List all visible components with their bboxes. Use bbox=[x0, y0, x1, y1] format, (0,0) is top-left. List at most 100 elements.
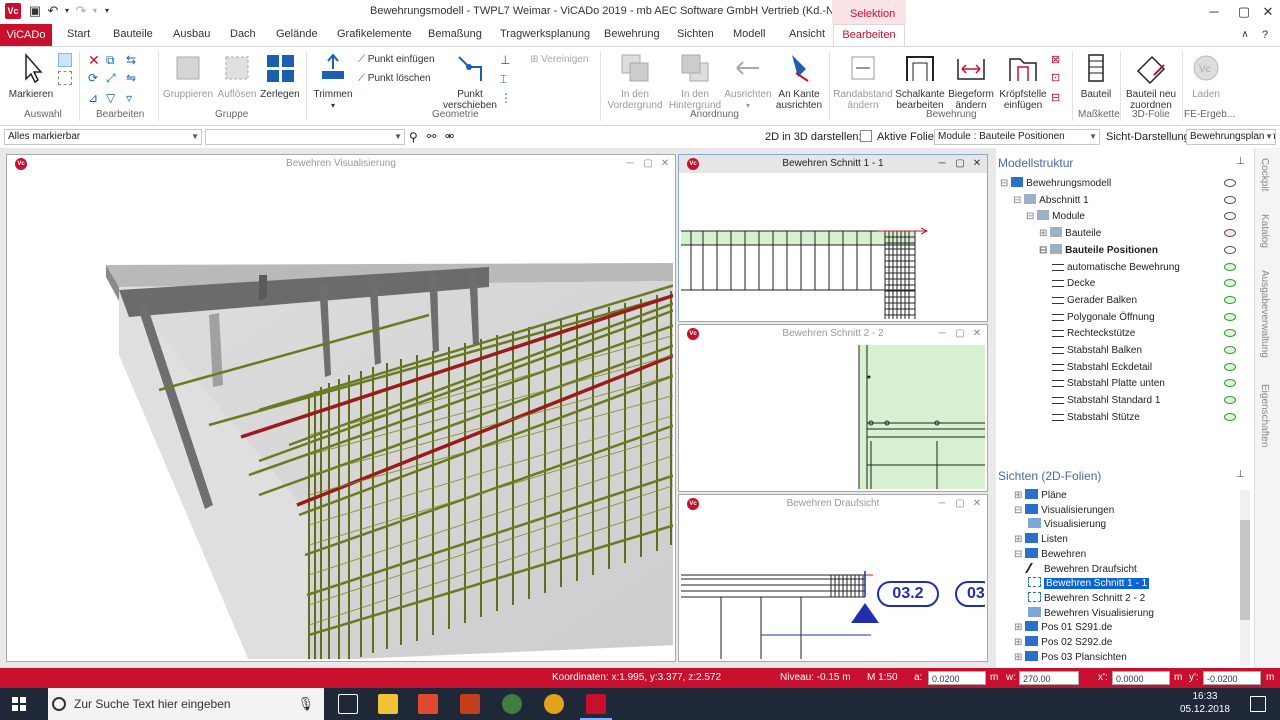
schalkante-bearbeiten-button[interactable]: Schalkante bearbeiten bbox=[892, 51, 948, 111]
model-tree-item[interactable]: ⊟ Bewehrungsmodell bbox=[1000, 176, 1111, 192]
w-input[interactable]: 270.00 bbox=[1019, 671, 1079, 685]
model-tree-item[interactable]: ⊟ Abschnitt 1 bbox=[1013, 193, 1089, 209]
selection-filter-select[interactable]: Alles markierbar ▼ bbox=[4, 129, 202, 145]
in-den-vordergrund-button[interactable]: In den Vordergrund bbox=[603, 51, 667, 111]
section-1-viewport[interactable] bbox=[681, 175, 985, 319]
rebar-join-icon[interactable]: ⊡ bbox=[1051, 71, 1065, 85]
expand-toggle-icon[interactable]: ⊟ bbox=[1000, 178, 1011, 189]
sichten-tree-item[interactable]: ⊞ Pos 01 S291.de bbox=[1014, 620, 1112, 636]
offset-icon[interactable]: ⊿ bbox=[88, 91, 102, 105]
file-explorer-icon[interactable] bbox=[378, 694, 398, 714]
tab-tragwerksplanung[interactable]: Tragwerksplanung bbox=[500, 28, 590, 40]
markieren-button[interactable]: Markieren bbox=[6, 51, 56, 100]
model-tree-item[interactable]: ⊞ Bauteile bbox=[1039, 226, 1101, 242]
model-tree-item[interactable]: Gerader Balken bbox=[1052, 293, 1137, 309]
rotate-icon[interactable]: ⟳ bbox=[88, 71, 102, 85]
side-tab-cockpit[interactable]: Cockpit bbox=[1259, 158, 1270, 191]
trimmen-button[interactable]: Trimmen ▾ bbox=[310, 51, 356, 111]
expand-toggle-icon[interactable]: ⊟ bbox=[1014, 505, 1025, 516]
side-tab-katalog[interactable]: Katalog bbox=[1259, 214, 1270, 248]
bauteil-neu-zuordnen-button[interactable]: Bauteil neu zuordnen bbox=[1122, 51, 1180, 111]
pane-maximize-button[interactable]: ▢ bbox=[641, 157, 655, 171]
pane-close-button[interactable]: ✕ bbox=[970, 157, 984, 171]
rebar-extend-icon[interactable]: ⊟ bbox=[1051, 91, 1065, 105]
sichten-tree-item[interactable]: Bewehren Schnitt 1 - 1 bbox=[1028, 576, 1150, 592]
app-icon-yellow[interactable] bbox=[544, 694, 564, 714]
visibility-eye-icon[interactable] bbox=[1224, 195, 1236, 204]
app-icon-red[interactable] bbox=[418, 694, 438, 714]
windows-start-icon[interactable] bbox=[12, 697, 26, 711]
expand-toggle-icon[interactable]: ⊞ bbox=[1039, 228, 1050, 239]
model-tree-item[interactable]: Stabstahl Platte unten bbox=[1052, 376, 1165, 392]
tab-grafikelemente[interactable]: Grafikelemente bbox=[337, 28, 412, 40]
expand-toggle-icon[interactable]: ⊞ bbox=[1014, 652, 1025, 663]
filter-remove-icon[interactable]: ⚮ bbox=[445, 130, 459, 144]
kroepfstelle-einfuegen-button[interactable]: Kröpfstelle einfügen bbox=[995, 51, 1051, 111]
notification-icon[interactable] bbox=[1250, 696, 1266, 712]
copy-icon[interactable]: ⧉ bbox=[106, 53, 120, 67]
model-tree-item[interactable]: Rechteckstütze bbox=[1052, 326, 1135, 342]
redo-icon[interactable]: ↷ bbox=[74, 4, 88, 18]
fillet-icon[interactable]: ⌶ bbox=[500, 72, 514, 86]
sichten-tree-item[interactable]: Visualisierung bbox=[1028, 517, 1106, 533]
x-input[interactable]: 0.0000 bbox=[1112, 671, 1170, 685]
move-icon[interactable]: ⇆ bbox=[126, 53, 140, 67]
app-icon-green[interactable] bbox=[502, 694, 522, 714]
gruppieren-button[interactable]: Gruppieren bbox=[162, 51, 214, 100]
ribbon-collapse-icon[interactable]: ∧ bbox=[1238, 28, 1252, 42]
tab-dach[interactable]: Dach bbox=[230, 28, 256, 40]
vicado-taskbar-icon[interactable] bbox=[586, 694, 606, 714]
visibility-eye-icon[interactable] bbox=[1224, 379, 1236, 388]
pane-maximize-button[interactable]: ▢ bbox=[953, 497, 967, 511]
sichten-tree-item[interactable]: ⊟ Bewehren bbox=[1014, 547, 1086, 563]
model-tree-item[interactable]: Stabstahl Balken bbox=[1052, 343, 1142, 359]
biegeform-aendern-button[interactable]: Biegeform ändern bbox=[945, 51, 997, 111]
3d-viewport[interactable] bbox=[9, 175, 673, 659]
task-view-icon[interactable] bbox=[338, 694, 358, 714]
pane-draufsicht[interactable]: Bewehren Draufsicht Vc ─ ▢ ✕ 03.2 03 bbox=[678, 494, 988, 662]
plan-viewport[interactable]: 03.2 03 bbox=[681, 515, 985, 659]
tab-bemassung[interactable]: Bemaßung bbox=[428, 28, 482, 40]
visibility-eye-icon[interactable] bbox=[1224, 212, 1236, 221]
position-label-032[interactable]: 03.2 bbox=[877, 581, 939, 607]
visibility-eye-icon[interactable] bbox=[1224, 362, 1236, 371]
select-mode-icon[interactable] bbox=[58, 53, 72, 67]
expand-toggle-icon[interactable]: ⊟ bbox=[1014, 549, 1025, 560]
taskbar-clock[interactable]: 16:33 05.12.2018 bbox=[1180, 690, 1230, 716]
stretch-icon[interactable]: ▽ bbox=[106, 91, 120, 105]
tab-vicado[interactable]: ViCADo bbox=[0, 24, 52, 46]
app-logo-icon[interactable]: Vc bbox=[5, 3, 21, 19]
select-window-icon[interactable] bbox=[58, 71, 72, 85]
tab-gelaende[interactable]: Gelände bbox=[276, 28, 318, 40]
filter-add-icon[interactable]: ⚯ bbox=[427, 130, 441, 144]
scrollbar-thumb[interactable] bbox=[1240, 520, 1250, 620]
rebar-split-icon[interactable]: ⊠ bbox=[1051, 53, 1065, 67]
aktive-folie-select[interactable]: Module : Bauteile Positionen ▼ bbox=[934, 129, 1100, 145]
model-tree-item[interactable]: Stabstahl Stütze bbox=[1052, 410, 1140, 426]
visibility-eye-icon[interactable] bbox=[1224, 412, 1236, 421]
sicht-darstellung-select[interactable]: Bewehrungsplanung ▼ bbox=[1186, 129, 1276, 145]
scale-icon[interactable]: ⤢ bbox=[106, 71, 120, 85]
visibility-eye-icon[interactable] bbox=[1224, 179, 1236, 187]
side-tab-eigenschaften[interactable]: Eigenschaften bbox=[1259, 384, 1270, 447]
randabstand-aendern-button[interactable]: Randabstand ändern bbox=[832, 51, 894, 111]
punkt-verschieben-button[interactable]: Punkt verschieben bbox=[440, 51, 500, 111]
tab-start[interactable]: Start bbox=[67, 28, 90, 40]
a-input[interactable]: 0.0200 bbox=[928, 671, 986, 685]
sichten-tree-item[interactable]: ⊟ Visualisierungen bbox=[1014, 503, 1114, 519]
extend-icon[interactable]: ⊥ bbox=[500, 53, 514, 67]
minimize-button[interactable]: ─ bbox=[1200, 2, 1228, 22]
bauteil-button[interactable]: Bauteil bbox=[1075, 51, 1117, 100]
delete-icon[interactable]: ✕ bbox=[88, 53, 102, 67]
model-tree-item[interactable]: ⊟ Bauteile Positionen bbox=[996, 242, 1250, 259]
aufloesen-button[interactable]: Auflösen bbox=[215, 51, 259, 100]
undo-dropdown-icon[interactable]: ▾ bbox=[60, 4, 74, 18]
sichten-tree-item[interactable]: Bewehren Draufsicht bbox=[1025, 562, 1137, 578]
expand-toggle-icon[interactable]: ⊞ bbox=[1014, 534, 1025, 545]
laden-button[interactable]: Vc Laden bbox=[1184, 51, 1228, 100]
tab-modell[interactable]: Modell bbox=[733, 28, 765, 40]
visibility-eye-icon[interactable] bbox=[1224, 396, 1236, 405]
tab-ausbau[interactable]: Ausbau bbox=[173, 28, 210, 40]
undo-icon[interactable]: ↶ bbox=[46, 4, 60, 18]
pane-maximize-button[interactable]: ▢ bbox=[953, 327, 967, 341]
